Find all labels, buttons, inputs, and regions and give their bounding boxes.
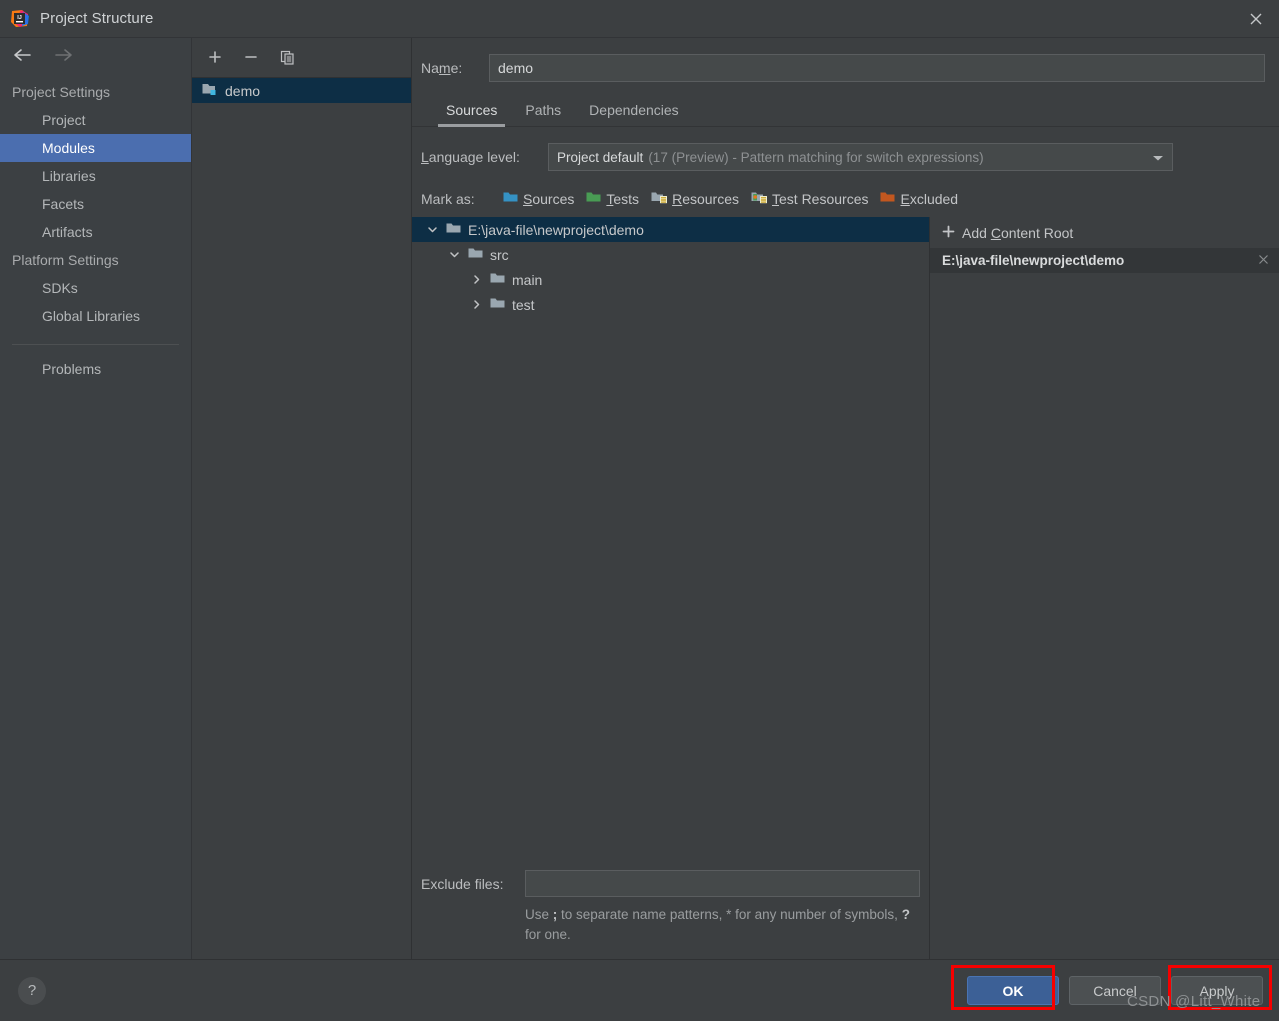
ok-button[interactable]: OK <box>967 976 1059 1005</box>
chevron-down-icon[interactable] <box>446 249 462 260</box>
sidebar-item-problems[interactable]: Problems <box>0 355 191 383</box>
module-name-input[interactable] <box>489 54 1265 82</box>
mark-as-resources-label: Resources <box>672 190 739 207</box>
close-icon[interactable] <box>1258 253 1269 268</box>
mark-as-tests-button[interactable]: Tests <box>586 190 639 207</box>
tree-row-label: main <box>512 271 543 288</box>
modules-panel: demo <box>192 38 412 959</box>
language-level-combobox[interactable]: Project default (17 (Preview) - Pattern … <box>548 143 1173 171</box>
add-content-root-label: Add Content Root <box>962 224 1074 241</box>
window-title: Project Structure <box>40 10 154 27</box>
help-icon[interactable]: ? <box>18 976 46 1005</box>
mark-as-row: Mark as: Sources Tests Resources Test Re… <box>412 171 1279 207</box>
close-icon[interactable] <box>1233 0 1279 37</box>
exclude-files-label: Exclude files: <box>421 875 504 892</box>
module-name-row: Name: <box>412 38 1279 82</box>
tree-row[interactable]: E:\java-file\newproject\demo <box>412 217 929 242</box>
mark-as-test-resources-button[interactable]: Test Resources <box>751 190 868 207</box>
exclude-files-hint: Use ; to separate name patterns, * for a… <box>525 907 910 942</box>
plus-icon[interactable] <box>204 46 226 68</box>
sidebar-list: Project Settings Project Modules Librari… <box>0 72 191 383</box>
module-tabs: Sources Paths Dependencies <box>412 96 1279 127</box>
dialog-body: Project Settings Project Modules Librari… <box>0 38 1279 960</box>
mark-as-sources-label: Sources <box>523 190 575 207</box>
minus-icon[interactable] <box>240 46 262 68</box>
folder-icon <box>490 271 506 288</box>
tab-paths[interactable]: Paths <box>511 96 575 126</box>
mark-as-sources-button[interactable]: Sources <box>503 190 574 207</box>
module-label: demo <box>225 82 261 99</box>
content-root-path: E:\java-file\newproject\demo <box>942 253 1125 268</box>
arrow-left-icon[interactable] <box>10 44 34 66</box>
folder-icon <box>446 221 462 238</box>
mark-as-resources-button[interactable]: Resources <box>651 190 739 207</box>
modules-toolbar <box>192 38 411 70</box>
mark-as-tests-label: Tests <box>606 190 640 207</box>
intellij-idea-icon: IJ <box>10 9 30 29</box>
folder-sources-icon <box>503 190 519 207</box>
tree-row[interactable]: test <box>412 292 929 317</box>
language-level-detail: (17 (Preview) - Pattern matching for swi… <box>648 149 984 165</box>
chevron-right-icon[interactable] <box>468 274 484 285</box>
arrow-right-icon[interactable] <box>52 44 76 66</box>
chevron-down-icon <box>1152 149 1164 165</box>
folder-tests-icon <box>586 190 602 207</box>
mark-as-excluded-button[interactable]: Excluded <box>880 190 958 207</box>
tab-sources[interactable]: Sources <box>432 96 511 127</box>
mark-as-label: Mark as: <box>421 190 475 207</box>
svg-text:IJ: IJ <box>17 15 22 21</box>
project-structure-dialog: IJ Project Structure Project Settings Pr… <box>0 0 1279 1021</box>
module-name-label: Name: <box>421 60 463 76</box>
exclude-files-input[interactable] <box>525 870 920 897</box>
mark-as-excluded-label: Excluded <box>900 190 959 207</box>
mark-as-test-resources-label: Test Resources <box>772 190 869 207</box>
sidebar-item-artifacts[interactable]: Artifacts <box>0 218 191 246</box>
tree-row-label: E:\java-file\newproject\demo <box>468 221 644 238</box>
folder-icon <box>490 296 506 313</box>
exclude-files-row: Exclude files: <box>421 870 920 897</box>
tree-row-label: test <box>512 296 535 313</box>
content-roots-split: E:\java-file\newproject\demo src main te… <box>412 217 1279 959</box>
folder-resources-icon <box>651 190 668 207</box>
tree-row[interactable]: src <box>412 242 929 267</box>
copy-icon[interactable] <box>276 46 298 68</box>
sidebar-group-project-settings: Project Settings <box>12 84 111 100</box>
settings-sidebar: Project Settings Project Modules Librari… <box>0 38 192 959</box>
dialog-footer: ? OK Cancel Apply <box>0 960 1279 1021</box>
language-level-row: Language level: Project default (17 (Pre… <box>412 127 1279 171</box>
tree-row-label: src <box>490 246 509 263</box>
sidebar-item-libraries[interactable]: Libraries <box>0 162 191 190</box>
cancel-button[interactable]: Cancel <box>1069 976 1161 1005</box>
plus-icon <box>942 225 955 241</box>
apply-button[interactable]: Apply <box>1171 976 1263 1005</box>
folder-icon <box>468 246 484 263</box>
tab-dependencies[interactable]: Dependencies <box>575 96 693 126</box>
sidebar-item-sdks[interactable]: SDKs <box>0 274 191 302</box>
sidebar-divider <box>12 344 179 345</box>
module-list-item-demo[interactable]: demo <box>192 78 411 103</box>
tree-row[interactable]: main <box>412 267 929 292</box>
source-tree-pane: E:\java-file\newproject\demo src main te… <box>412 217 930 959</box>
sidebar-group-platform-settings: Platform Settings <box>12 252 119 268</box>
content-roots-pane: Add Content Root E:\java-file\newproject… <box>930 217 1279 959</box>
content-root-item[interactable]: E:\java-file\newproject\demo <box>930 248 1279 273</box>
sidebar-item-facets[interactable]: Facets <box>0 190 191 218</box>
language-level-value: Project default <box>557 149 644 165</box>
source-folder-tree: E:\java-file\newproject\demo src main te… <box>412 217 929 870</box>
sidebar-item-project[interactable]: Project <box>0 106 191 134</box>
chevron-down-icon[interactable] <box>424 224 440 235</box>
sidebar-toolbar <box>0 38 191 72</box>
module-editor: Name: Sources Paths Dependencies Languag… <box>412 38 1279 959</box>
module-folder-icon <box>202 82 218 99</box>
chevron-right-icon[interactable] <box>468 299 484 310</box>
sidebar-item-global-libraries[interactable]: Global Libraries <box>0 302 191 330</box>
language-level-label: Language level: <box>421 149 520 165</box>
folder-test-resources-icon <box>751 190 768 207</box>
footer-buttons: OK Cancel Apply <box>967 976 1263 1005</box>
add-content-root-button[interactable]: Add Content Root <box>930 217 1279 248</box>
sidebar-item-modules[interactable]: Modules <box>0 134 191 162</box>
title-bar: IJ Project Structure <box>0 0 1279 38</box>
folder-excluded-icon <box>880 190 896 207</box>
exclude-files-area: Exclude files: Use ; to separate name pa… <box>412 870 929 959</box>
